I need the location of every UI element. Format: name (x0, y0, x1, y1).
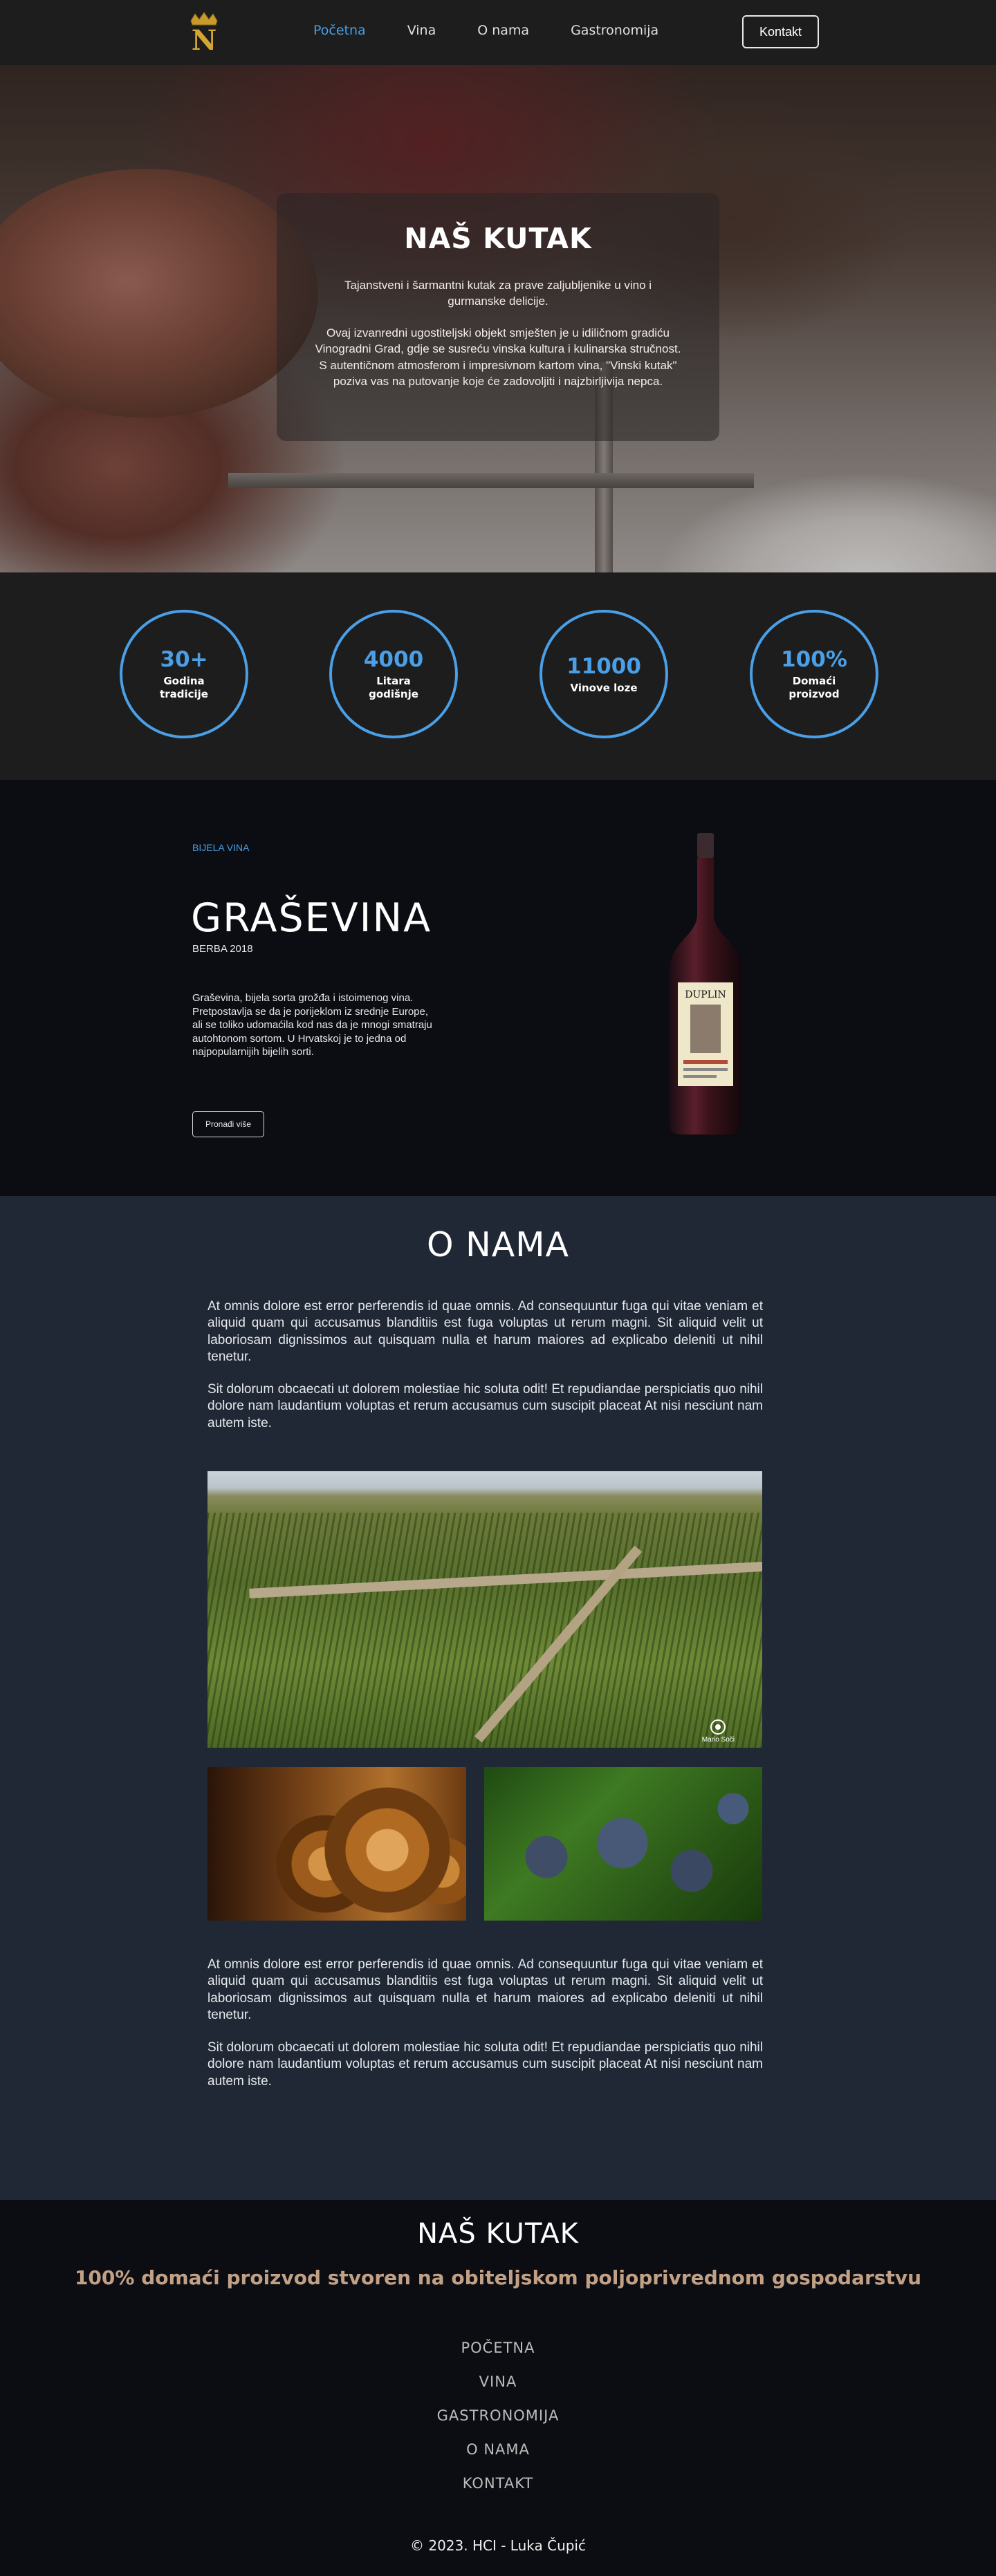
vineyard-photo: Mario Soči (208, 1471, 762, 1748)
stat-label: Domaći proizvod (788, 675, 840, 700)
main-nav: Početna Vina O nama Gastronomija (313, 23, 658, 38)
stat-circle: 11000 Vinove loze (540, 610, 668, 738)
hero-title: NAŠ KUTAK (404, 222, 592, 255)
nav-link-gastronomija[interactable]: Gastronomija (571, 23, 658, 38)
camera-icon (710, 1719, 726, 1735)
stat-circle: 100% Domaći proizvod (750, 610, 878, 738)
bottle-brand: DUPLIN (685, 989, 726, 1000)
logo-letter: N (192, 24, 217, 53)
footer: NAŠ KUTAK 100% domaći proizvod stvoren n… (0, 2200, 996, 2576)
stat-value: 30+ (160, 647, 208, 673)
about-paragraph: Sit dolorum obcaecati ut dolorem molesti… (208, 1382, 763, 1430)
stat-value: 100% (781, 647, 847, 673)
hero-body: Ovaj izvanredni ugostiteljski objekt smj… (315, 326, 681, 389)
footer-link-kontakt[interactable]: KONTAKT (0, 2467, 996, 2501)
copyright: © 2023. HCI - Luka Čupić (409, 2537, 586, 2554)
wine-feature-section: BIJELA VINA GRAŠEVINA BERBA 2018 Graševi… (0, 780, 996, 1196)
about-paragraph: At omnis dolore est error perferendis id… (208, 1299, 763, 1364)
wine-barrels-photo (208, 1767, 466, 1921)
hero-lead: Tajanstveni i šarmantni kutak za prave z… (344, 279, 652, 308)
hero-card: NAŠ KUTAK Tajanstveni i šarmantni kutak … (277, 193, 719, 441)
stat-circle: 30+ Godina tradicije (120, 610, 248, 738)
vineyard-rows (208, 1513, 762, 1748)
footer-link-gastronomija[interactable]: GASTRONOMIJA (0, 2399, 996, 2433)
stat-label: Litara godišnje (369, 675, 418, 700)
about-paragraph: At omnis dolore est error perferendis id… (208, 1957, 763, 2022)
nav-link-o-nama[interactable]: O nama (477, 23, 529, 38)
photo-credit: Mario Soči (702, 1719, 735, 1744)
stat-label: Vinove loze (570, 681, 638, 694)
photo-credit-text: Mario Soči (701, 1736, 735, 1744)
stat-label: Godina tradicije (160, 675, 208, 700)
logo-crown-n-icon[interactable]: N (188, 11, 220, 53)
wine-vintage: BERBA 2018 (192, 943, 253, 955)
hero-section: NAŠ KUTAK Tajanstveni i šarmantni kutak … (0, 65, 996, 572)
nav-link-pocetna[interactable]: Početna (313, 23, 366, 38)
contact-button[interactable]: Kontakt (742, 15, 819, 48)
footer-title: NAŠ KUTAK (417, 2218, 579, 2250)
wine-bottle-image: DUPLIN (670, 833, 741, 1135)
nav-link-vina[interactable]: Vina (407, 23, 436, 38)
about-title: O NAMA (426, 1225, 570, 1264)
about-paragraph: Sit dolorum obcaecati ut dolorem molesti… (208, 2040, 763, 2089)
grapes-photo (484, 1767, 762, 1921)
navbar: N Početna Vina O nama Gastronomija Konta… (0, 0, 996, 65)
stat-value: 11000 (566, 653, 641, 679)
wine-name: GRAŠEVINA (191, 895, 432, 941)
find-more-button[interactable]: Pronađi više (192, 1111, 264, 1137)
stat-circle: 4000 Litara godišnje (329, 610, 458, 738)
wine-description: Graševina, bijela sorta grožđa i istoime… (192, 992, 432, 1058)
stats-section: 30+ Godina tradicije 4000 Litara godišnj… (0, 572, 996, 780)
footer-tagline: 100% domaći proizvod stvoren na obiteljs… (74, 2266, 922, 2289)
wine-category: BIJELA VINA (192, 842, 250, 853)
footer-link-o-nama[interactable]: O NAMA (0, 2433, 996, 2467)
footer-link-pocetna[interactable]: POČETNA (0, 2331, 996, 2365)
footer-link-vina[interactable]: VINA (0, 2365, 996, 2399)
about-section: O NAMA At omnis dolore est error perfere… (0, 1196, 996, 2200)
footer-nav: POČETNA VINA GASTRONOMIJA O NAMA KONTAKT (0, 2331, 996, 2501)
stat-value: 4000 (363, 647, 424, 673)
